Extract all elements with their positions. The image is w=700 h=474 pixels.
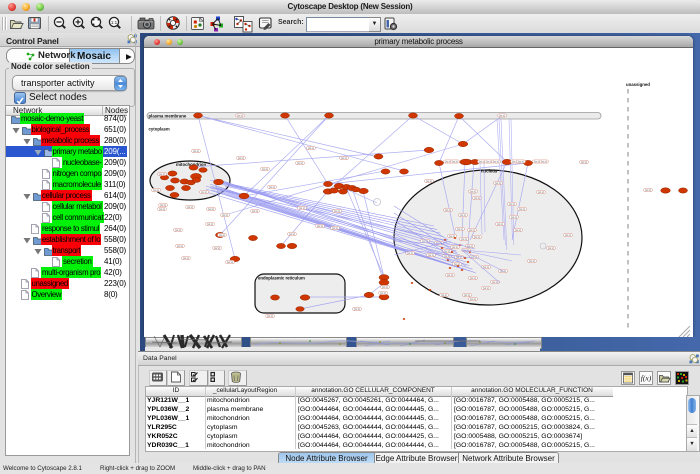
svg-text:[xx:x]: [xx:x] — [341, 157, 347, 160]
svg-text:[xx:x]: [xx:x] — [160, 204, 166, 207]
svg-text:[xx:x]: [xx:x] — [382, 286, 388, 289]
svg-text:[xx:x]: [xx:x] — [187, 206, 193, 209]
svg-text:[xx:x]: [xx:x] — [269, 186, 275, 189]
svg-text:[xx:x]: [xx:x] — [207, 223, 213, 226]
svg-text:[xx:x]: [xx:x] — [332, 227, 338, 230]
svg-text:[xx:x]: [xx:x] — [464, 294, 470, 297]
svg-text:[xx:x]: [xx:x] — [426, 180, 432, 183]
svg-text:[xx:x]: [xx:x] — [460, 214, 466, 217]
svg-text:[xx:x]: [xx:x] — [457, 228, 463, 231]
svg-text:[xx:x]: [xx:x] — [581, 161, 587, 164]
svg-text:[xx:x]: [xx:x] — [222, 214, 228, 217]
svg-text:f(x): f(x) — [641, 374, 652, 383]
svg-text:[xx:x]: [xx:x] — [237, 115, 243, 118]
svg-text:[xx:x]: [xx:x] — [214, 247, 220, 250]
svg-text:[xx:x]: [xx:x] — [495, 182, 501, 185]
svg-text:1:1: 1:1 — [111, 20, 118, 25]
svg-text:[xx:x]: [xx:x] — [380, 292, 386, 295]
svg-text:[xx:x]: [xx:x] — [289, 233, 295, 236]
svg-text:[xx:x]: [xx:x] — [509, 203, 515, 206]
svg-text:endoplasmic reticulum: endoplasmic reticulum — [258, 276, 305, 281]
svg-text:[xx:x]: [xx:x] — [317, 225, 323, 228]
svg-text:[xx:x]: [xx:x] — [441, 294, 447, 297]
svg-text:[xx:x]: [xx:x] — [497, 223, 503, 226]
svg-text:[xx:x]: [xx:x] — [529, 260, 535, 263]
svg-text:[xx:x]: [xx:x] — [299, 207, 305, 210]
svg-text:[xx:x]: [xx:x] — [354, 308, 360, 311]
svg-text:[xx:x]: [xx:x] — [483, 287, 489, 290]
svg-text:[xx:x]: [xx:x] — [428, 254, 434, 257]
svg-text:[xx:x]: [xx:x] — [238, 157, 244, 160]
svg-text:[xx:x]: [xx:x] — [474, 197, 480, 200]
svg-text:[xx:x]: [xx:x] — [267, 315, 273, 318]
svg-text:[xx:x]: [xx:x] — [452, 161, 458, 164]
svg-text:[xx:x]: [xx:x] — [493, 161, 499, 164]
svg-text:[xx:x]: [xx:x] — [541, 161, 547, 164]
svg-text:[xx:x]: [xx:x] — [407, 252, 413, 255]
svg-text:[xx:x]: [xx:x] — [645, 189, 651, 192]
svg-text:[xx:x]: [xx:x] — [208, 208, 214, 211]
svg-text:[xx:x]: [xx:x] — [201, 191, 207, 194]
svg-text:[xx:x]: [xx:x] — [461, 238, 467, 241]
svg-text:[xx:x]: [xx:x] — [548, 247, 554, 250]
svg-text:[xx:x]: [xx:x] — [511, 216, 517, 219]
svg-text:[xx:x]: [xx:x] — [297, 162, 303, 165]
svg-text:[xx:x]: [xx:x] — [445, 209, 451, 212]
svg-text:[xx:x]: [xx:x] — [518, 161, 524, 164]
svg-text:[xx:x]: [xx:x] — [519, 208, 525, 211]
svg-text:[xx:x]: [xx:x] — [175, 229, 181, 232]
svg-text:[xx:x]: [xx:x] — [159, 173, 165, 176]
svg-text:[xx:x]: [xx:x] — [499, 115, 505, 118]
svg-text:[xx:x]: [xx:x] — [492, 281, 498, 284]
svg-text:[xx:x]: [xx:x] — [538, 191, 544, 194]
svg-text:[xx:x]: [xx:x] — [447, 274, 453, 277]
svg-text:[xx:x]: [xx:x] — [515, 229, 521, 232]
svg-text:[xx:x]: [xx:x] — [219, 234, 225, 237]
svg-text:[xx:x]: [xx:x] — [262, 168, 268, 171]
svg-text:unassigned: unassigned — [626, 82, 650, 87]
svg-text:[xx:x]: [xx:x] — [474, 236, 480, 239]
svg-text:[xx:x]: [xx:x] — [483, 266, 489, 269]
svg-text:[xx:x]: [xx:x] — [159, 208, 165, 211]
svg-text:cytoplasm: cytoplasm — [149, 127, 170, 132]
svg-text:[xx:x]: [xx:x] — [308, 147, 314, 150]
svg-text:[xx:x]: [xx:x] — [470, 298, 476, 301]
svg-text:[xx:x]: [xx:x] — [183, 257, 189, 260]
svg-text:[xx:x]: [xx:x] — [153, 189, 159, 192]
svg-text:[xx:x]: [xx:x] — [193, 150, 199, 153]
svg-text:[xx:x]: [xx:x] — [500, 270, 506, 273]
svg-text:[xx:x]: [xx:x] — [469, 229, 475, 232]
svg-text:[xx:x]: [xx:x] — [452, 246, 458, 249]
svg-text:plasma membrane: plasma membrane — [149, 113, 187, 118]
svg-text:[xx:x]: [xx:x] — [227, 261, 233, 264]
svg-text:[xx:x]: [xx:x] — [252, 210, 258, 213]
svg-text:[xx:x]: [xx:x] — [177, 245, 183, 248]
svg-text:[xx:x]: [xx:x] — [470, 277, 476, 280]
svg-text:nucleus: nucleus — [481, 169, 498, 174]
svg-text:[xx:x]: [xx:x] — [565, 234, 571, 237]
svg-text:[xx:x]: [xx:x] — [334, 210, 340, 213]
svg-text:[xx:x]: [xx:x] — [470, 191, 476, 194]
